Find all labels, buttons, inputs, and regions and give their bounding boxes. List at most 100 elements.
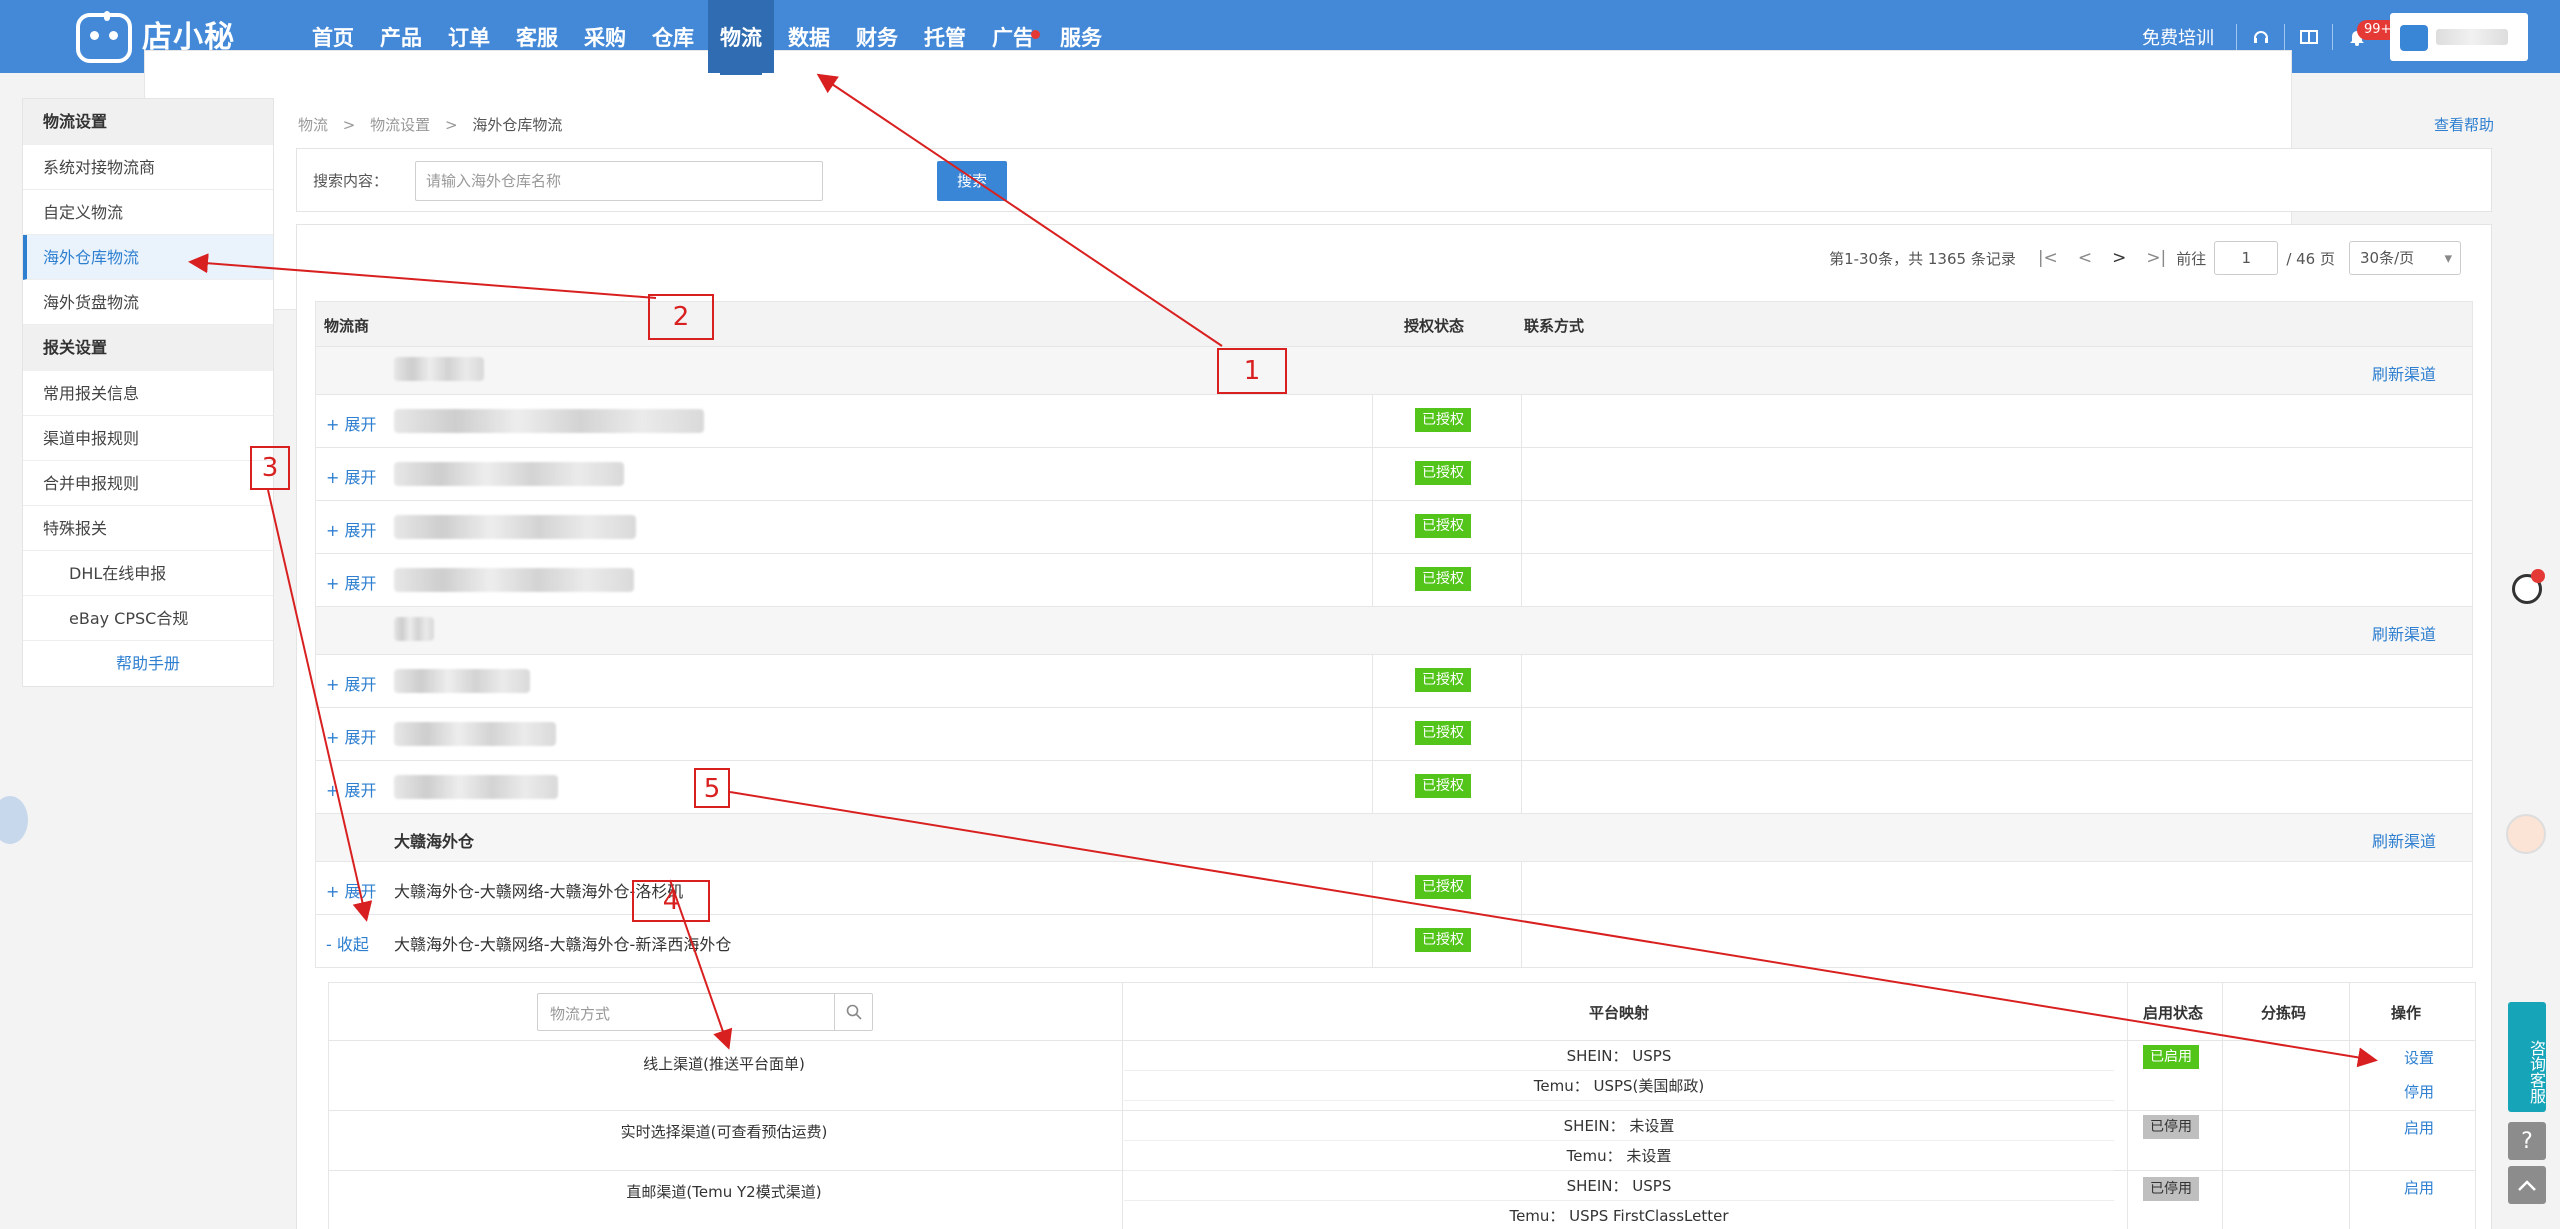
page-size-select[interactable]: 30条/页 [2349, 241, 2461, 275]
col-provider: 物流商 [324, 317, 370, 335]
expand-link[interactable]: + 展开 [326, 671, 377, 695]
expand-link[interactable]: + 展开 [326, 777, 377, 801]
auth-status: 已授权 [1415, 875, 1471, 899]
timer-icon[interactable] [2512, 569, 2545, 604]
sidebar-item-custom-logistics[interactable]: 自定义物流 [23, 190, 273, 235]
expand-link[interactable]: + 展开 [326, 464, 377, 488]
group-name: 大赣海外仓 [394, 832, 475, 851]
table-row: + 展开 已授权 [315, 448, 2473, 501]
search-input[interactable]: 请输入海外仓库名称 [415, 161, 823, 201]
collapse-link[interactable]: - 收起 [326, 931, 369, 955]
logo[interactable]: 店小秘 免费跨境电商ERP [76, 10, 2292, 310]
help-manual-link[interactable]: 帮助手册 [23, 641, 273, 686]
headset-icon[interactable] [2236, 23, 2284, 50]
table-row: + 展开 已授权 [315, 554, 2473, 607]
side-widget[interactable] [0, 796, 28, 844]
status-badge: 已停用 [2143, 1177, 2199, 1201]
nav-logistics[interactable]: 物流 [708, 0, 774, 75]
annotation-5: 5 [694, 768, 730, 808]
goto-label: 前往 [2176, 249, 2207, 268]
nav-warehouse[interactable]: 仓库 [640, 0, 706, 73]
map-shein: SHEIN： USPS [1124, 1171, 2114, 1201]
sidebar-item-overseas-pallet[interactable]: 海外货盘物流 [23, 280, 273, 325]
method-search[interactable]: 物流方式 [537, 993, 873, 1031]
nav-ads[interactable]: 广告 [980, 0, 1046, 73]
sidebar-item-dhl[interactable]: DHL在线申报 [23, 551, 273, 596]
table-row: + 展开 已授权 [315, 708, 2473, 761]
prev-page-icon[interactable]: < [2078, 248, 2092, 268]
annotation-1: 1 [1217, 348, 1287, 394]
table-row: + 展开 已授权 [315, 395, 2473, 448]
sidebar-item-ebay-cpsc[interactable]: eBay CPSC合规 [23, 596, 273, 641]
expand-link[interactable]: + 展开 [326, 878, 377, 902]
main-nav: 首页 产品 订单 客服 采购 仓库 物流 数据 财务 托管 广告 服务 [300, 0, 1116, 75]
method-name: 线上渠道(推送平台面单) [643, 1055, 805, 1073]
total-pages: / 46 页 [2286, 249, 2335, 268]
enable-link[interactable]: 启用 [2379, 1177, 2459, 1198]
pager-summary: 第1-30条，共 1365 条记录 [1829, 249, 2016, 268]
nav-home[interactable]: 首页 [300, 0, 366, 73]
sidebar-item-system-carriers[interactable]: 系统对接物流商 [23, 145, 273, 190]
channel-row: 直邮渠道(Temu Y2模式渠道) SHEIN： USPS Temu： USPS … [329, 1171, 2475, 1229]
sidebar-item-special-customs[interactable]: 特殊报关 [23, 506, 273, 551]
sidebar-item-overseas-warehouse[interactable]: 海外仓库物流 [23, 235, 273, 280]
table-header: 物流商 授权状态 联系方式 [315, 301, 2473, 347]
disable-link[interactable]: 停用 [2379, 1081, 2459, 1102]
view-help-link[interactable]: 查看帮助 [2434, 114, 2494, 135]
col-operation: 操作 [2391, 1004, 2422, 1022]
breadcrumb-settings[interactable]: 物流设置 [370, 116, 430, 134]
first-page-icon[interactable]: |< [2038, 248, 2058, 268]
sidebar-item-merge-declare[interactable]: 合并申报规则 [23, 461, 273, 506]
search-icon[interactable] [834, 994, 872, 1030]
refresh-channels-link[interactable]: 刷新渠道 [2372, 621, 2436, 645]
sidebar-item-common-customs[interactable]: 常用报关信息 [23, 371, 273, 416]
expand-link[interactable]: + 展开 [326, 517, 377, 541]
nav-products[interactable]: 产品 [368, 0, 434, 73]
col-sort-code: 分拣码 [2261, 1004, 2307, 1022]
auth-status: 已授权 [1415, 721, 1471, 745]
method-name: 实时选择渠道(可查看预估运费) [620, 1123, 828, 1141]
nav-customer-service[interactable]: 客服 [504, 0, 570, 73]
breadcrumb-logistics[interactable]: 物流 [298, 116, 328, 134]
nav-data[interactable]: 数据 [776, 0, 842, 73]
nav-orders[interactable]: 订单 [436, 0, 502, 73]
nav-finance[interactable]: 财务 [844, 0, 910, 73]
method-search-input[interactable]: 物流方式 [550, 1003, 610, 1024]
back-to-top-icon[interactable] [2508, 1166, 2546, 1204]
group-row: 刷新渠道 [315, 607, 2473, 655]
question-icon[interactable]: ? [2508, 1122, 2546, 1160]
auth-status: 已授权 [1415, 928, 1471, 952]
auth-status: 已授权 [1415, 461, 1471, 485]
col-platform-map: 平台映射 [1589, 1004, 1650, 1022]
status-badge: 已启用 [2143, 1045, 2199, 1069]
expand-link[interactable]: + 展开 [326, 570, 377, 594]
expand-link[interactable]: + 展开 [326, 724, 377, 748]
search-button[interactable]: 搜索 [937, 161, 1007, 201]
expand-link[interactable]: + 展开 [326, 411, 377, 435]
nav-hosting[interactable]: 托管 [912, 0, 978, 73]
assistant-avatar[interactable] [2506, 814, 2546, 854]
nav-purchase[interactable]: 采购 [572, 0, 638, 73]
free-training-link[interactable]: 免费培训 [2142, 24, 2214, 50]
user-menu[interactable] [2390, 12, 2528, 61]
bell-icon[interactable]: 99+ [2332, 19, 2399, 50]
refresh-channels-link[interactable]: 刷新渠道 [2372, 828, 2436, 852]
consult-service-button[interactable]: 咨询客服 [2508, 1002, 2546, 1112]
auth-status: 已授权 [1415, 668, 1471, 692]
book-icon[interactable] [2284, 23, 2332, 50]
warehouse-name: 大赣海外仓-大赣网络-大赣海外仓-新泽西海外仓 [394, 935, 732, 954]
nav-services[interactable]: 服务 [1048, 0, 1114, 73]
last-page-icon[interactable]: >| [2146, 248, 2166, 268]
map-temu: Temu： USPS FirstClassLetter [1124, 1201, 2114, 1229]
next-page-icon[interactable]: > [2112, 248, 2126, 268]
search-label: 搜索内容： [313, 172, 389, 190]
provider-table: 物流商 授权状态 联系方式 刷新渠道 + 展开 已授权 + 展开 已授权 + 展开已… [315, 301, 2473, 968]
refresh-channels-link[interactable]: 刷新渠道 [2372, 361, 2436, 385]
table-row: - 收起 大赣海外仓-大赣网络-大赣海外仓-新泽西海外仓 已授权 [315, 915, 2473, 968]
settings-link[interactable]: 设置 [2379, 1047, 2459, 1068]
subtable-header: 物流方式 平台映射 启用状态 分拣码 操作 [329, 983, 2475, 1041]
page-input[interactable]: 1 [2214, 241, 2279, 275]
enable-link[interactable]: 启用 [2379, 1117, 2459, 1138]
sidebar-item-channel-declare[interactable]: 渠道申报规则 [23, 416, 273, 461]
avatar [2400, 24, 2428, 51]
